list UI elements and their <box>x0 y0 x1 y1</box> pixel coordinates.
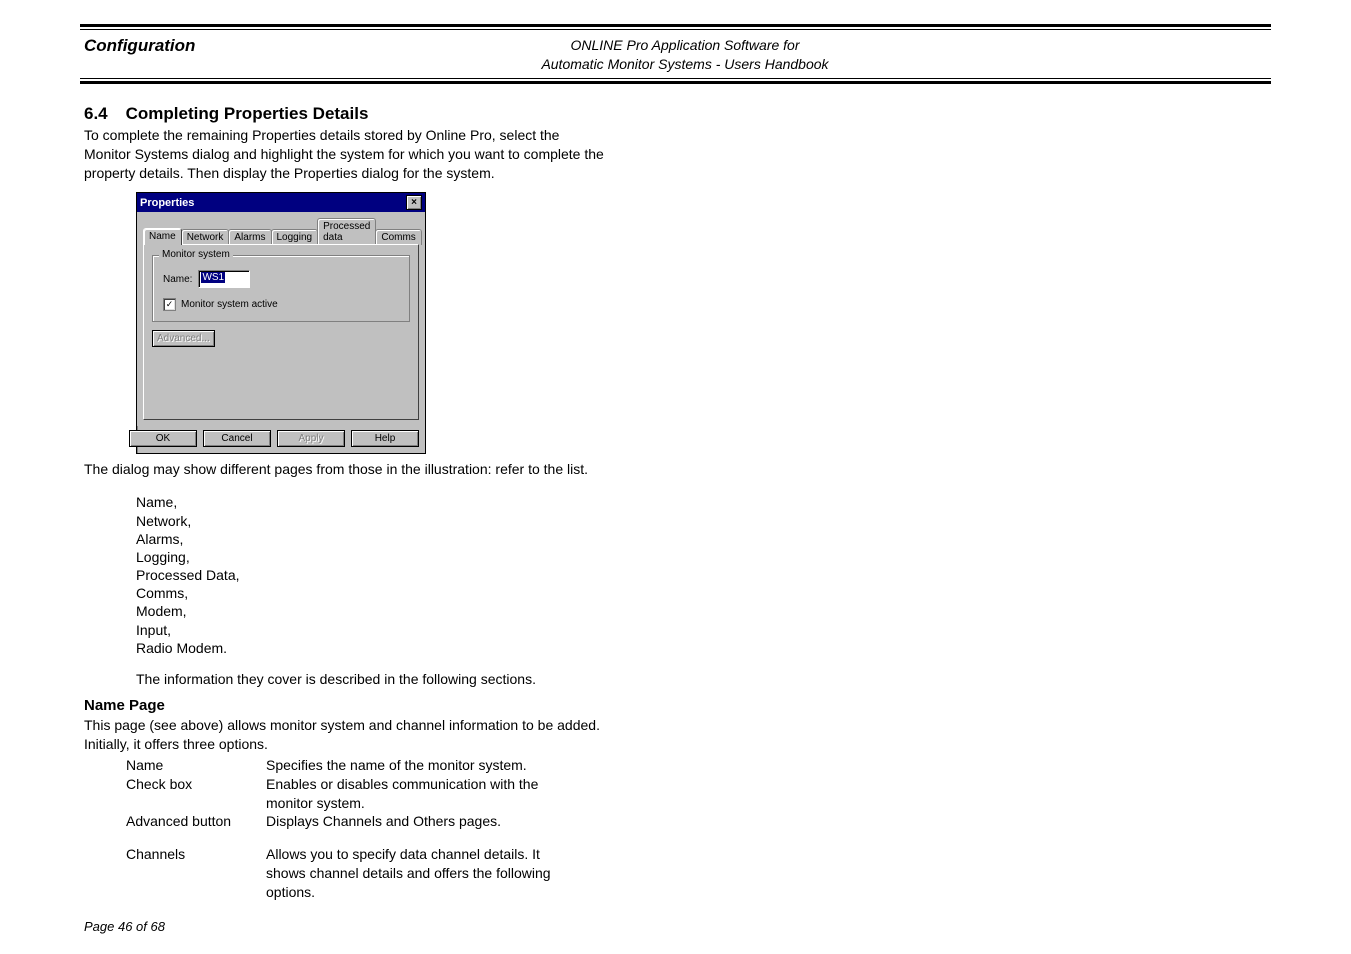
option-term: Name <box>126 756 266 775</box>
tab-network[interactable]: Network <box>181 229 230 245</box>
option-term: Channels <box>126 845 266 902</box>
properties-dialog: Properties × Name Network Alarms Logging… <box>136 192 426 454</box>
dialog-titlebar[interactable]: Properties × <box>137 193 425 212</box>
name-page-intro: This page (see above) allows monitor sys… <box>84 716 604 754</box>
name-page-heading: Name Page <box>84 697 604 714</box>
header-line-1: ONLINE Pro Application Software for <box>570 37 799 53</box>
section-number: 6.4 <box>84 104 108 123</box>
option-term: Check box <box>126 775 266 813</box>
dialog-title-text: Properties <box>140 197 194 209</box>
name-label: Name: <box>163 274 192 285</box>
section-title: Completing Properties Details <box>126 104 369 123</box>
dialog-button-row: OK Cancel Apply Help <box>137 426 425 453</box>
option-desc: Allows you to specify data channel detai… <box>266 845 556 902</box>
monitor-active-label: Monitor system active <box>181 299 278 310</box>
header-section-name: Configuration <box>80 36 319 56</box>
option-term: Advanced button <box>126 812 266 831</box>
name-input-value: WS1 <box>201 272 225 283</box>
apply-button[interactable]: Apply <box>277 430 345 447</box>
section-heading: 6.4 Completing Properties Details <box>84 104 604 124</box>
help-button[interactable]: Help <box>351 430 419 447</box>
running-header: Configuration ONLINE Pro Application Sof… <box>80 30 1271 78</box>
name-input[interactable]: WS1 <box>198 270 250 288</box>
list-item: Input, <box>136 621 604 639</box>
after-dialog-note: The dialog may show different pages from… <box>84 460 604 479</box>
group-legend: Monitor system <box>159 249 233 260</box>
option-desc: Enables or disables communication with t… <box>266 775 556 813</box>
header-book-title: ONLINE Pro Application Software for Auto… <box>319 36 1271 74</box>
page-number: Page 46 of 68 <box>84 919 165 934</box>
list-item: Network, <box>136 512 604 530</box>
list-item: Modem, <box>136 602 604 620</box>
list-item: Comms, <box>136 584 604 602</box>
name-page-options: Name Specifies the name of the monitor s… <box>126 756 604 902</box>
tab-alarms[interactable]: Alarms <box>228 229 271 245</box>
page-names-list: Name, Network, Alarms, Logging, Processe… <box>136 493 604 657</box>
ok-button[interactable]: OK <box>129 430 197 447</box>
tab-logging[interactable]: Logging <box>271 229 319 245</box>
rule-under-header-thin <box>80 78 1271 79</box>
advanced-button[interactable]: Advanced... <box>152 330 215 347</box>
section-intro: To complete the remaining Properties det… <box>84 126 604 183</box>
dialog-panel: Monitor system Name: WS1 ✓ Monitor syste… <box>143 244 419 420</box>
tab-comms[interactable]: Comms <box>375 229 421 245</box>
page-list-after: The information they cover is described … <box>136 671 604 687</box>
tab-processed-data[interactable]: Processed data <box>317 218 376 245</box>
rule-top-thick <box>80 24 1271 27</box>
cancel-button[interactable]: Cancel <box>203 430 271 447</box>
monitor-system-group: Monitor system Name: WS1 ✓ Monitor syste… <box>152 255 410 322</box>
close-icon[interactable]: × <box>406 195 422 210</box>
list-item: Radio Modem. <box>136 639 604 657</box>
list-item: Name, <box>136 493 604 511</box>
dialog-tabs: Name Network Alarms Logging Processed da… <box>143 218 419 245</box>
list-item: Logging, <box>136 548 604 566</box>
list-item: Alarms, <box>136 530 604 548</box>
header-line-2: Automatic Monitor Systems - Users Handbo… <box>541 56 828 72</box>
option-desc: Displays Channels and Others pages. <box>266 812 556 831</box>
list-item: Processed Data, <box>136 566 604 584</box>
tab-name[interactable]: Name <box>143 228 182 245</box>
option-desc: Specifies the name of the monitor system… <box>266 756 556 775</box>
monitor-active-checkbox[interactable]: ✓ <box>163 298 176 311</box>
